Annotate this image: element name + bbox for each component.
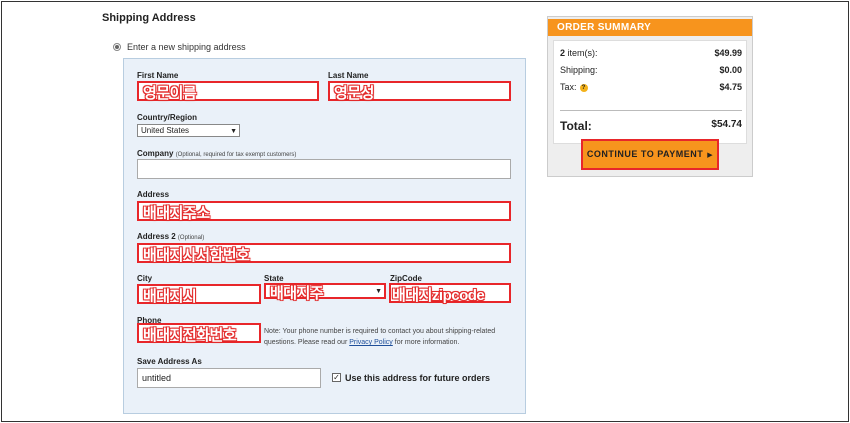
radio-button[interactable] (113, 43, 121, 51)
items-amount: $49.99 (714, 48, 742, 58)
address2-value: 배대지사서함번호 (143, 247, 250, 264)
first-name-label: First Name (137, 71, 179, 80)
country-select[interactable]: United States ▼ (137, 124, 240, 137)
new-address-option[interactable]: Enter a new shipping address (113, 42, 246, 52)
zip-value: 배대지zipcode (392, 287, 485, 304)
chevron-down-icon: ▼ (375, 288, 382, 295)
company-field[interactable] (137, 159, 511, 179)
phone-value: 배대지전화번호 (143, 327, 237, 344)
total-row: Total: $54.74 (560, 119, 742, 133)
continue-to-payment-button[interactable]: CONTINUE TO PAYMENT ▶ (581, 139, 719, 170)
privacy-policy-link[interactable]: Privacy Policy (349, 339, 393, 346)
radio-label: Enter a new shipping address (127, 42, 246, 52)
address2-label: Address 2 (Optional) (137, 232, 204, 241)
save-as-input[interactable]: untitled (137, 368, 321, 388)
address2-field[interactable]: 배대지사서함번호 (137, 243, 511, 264)
first-name-field[interactable]: 영문이름 (137, 81, 319, 102)
last-name-label: Last Name (328, 71, 369, 80)
help-icon[interactable]: ? (579, 83, 588, 92)
company-label-sub: (Optional, required for tax exempt custo… (175, 152, 297, 158)
chevron-down-icon: ▼ (230, 128, 237, 135)
city-field[interactable]: 배대지시 (137, 284, 261, 305)
company-label: Company (Optional, required for tax exem… (137, 149, 296, 158)
first-name-value: 영문이름 (143, 85, 197, 102)
total-amount: $54.74 (711, 119, 742, 130)
arrow-right-icon: ▶ (707, 152, 714, 159)
future-use-label: Use this address for future orders (345, 373, 491, 383)
order-summary-body: 2 item(s): $49.99 Shipping: $0.00 Tax:? … (553, 40, 747, 144)
continue-to-payment-label: CONTINUE TO PAYMENT (586, 149, 704, 159)
city-value: 배대지시 (143, 288, 197, 305)
phone-note: Note: Your phone number is required to c… (264, 326, 524, 348)
address-value: 배대지주소 (143, 205, 210, 222)
items-row: 2 item(s): $49.99 (560, 48, 742, 58)
radio-selected-dot (115, 45, 119, 49)
items-label-text: item(s): (565, 48, 598, 58)
last-name-value: 영문성 (334, 85, 374, 102)
summary-divider (560, 110, 742, 111)
order-summary-title: ORDER SUMMARY (548, 19, 752, 36)
order-summary: ORDER SUMMARY 2 item(s): $49.99 Shipping… (547, 16, 753, 177)
tax-label-wrap: Tax:? (560, 82, 588, 92)
tax-label: Tax: (560, 82, 577, 92)
save-as-label: Save Address As (137, 357, 202, 366)
company-label-text: Company (137, 149, 174, 158)
zip-label: ZipCode (390, 274, 422, 283)
page-title: Shipping Address (102, 12, 196, 24)
state-value: 배대지주 (270, 285, 324, 302)
phone-note-tail: for more information. (392, 339, 460, 346)
tax-row: Tax:? $4.75 (560, 82, 742, 92)
address-field[interactable]: 배대지주소 (137, 201, 511, 222)
country-value: United States (141, 126, 190, 135)
page-frame: Shipping Address Enter a new shipping ad… (1, 1, 849, 422)
phone-field[interactable]: 배대지전화번호 (137, 323, 261, 344)
address-label: Address (137, 190, 170, 199)
city-label: City (137, 274, 153, 283)
address2-label-sub: (Optional) (177, 235, 205, 241)
last-name-field[interactable]: 영문성 (328, 81, 511, 102)
future-use-checkbox[interactable]: ✓ (332, 373, 341, 382)
shipping-label: Shipping: (560, 65, 598, 75)
country-label: Country/Region (137, 113, 197, 122)
tax-amount: $4.75 (719, 82, 742, 92)
total-label: Total: (560, 119, 592, 133)
state-select[interactable]: 배대지주 ▼ (264, 283, 386, 302)
items-label: 2 item(s): (560, 48, 598, 58)
zip-field[interactable]: 배대지zipcode (389, 283, 511, 304)
shipping-row: Shipping: $0.00 (560, 65, 742, 75)
shipping-amount: $0.00 (719, 65, 742, 75)
address2-label-text: Address 2 (137, 232, 176, 241)
